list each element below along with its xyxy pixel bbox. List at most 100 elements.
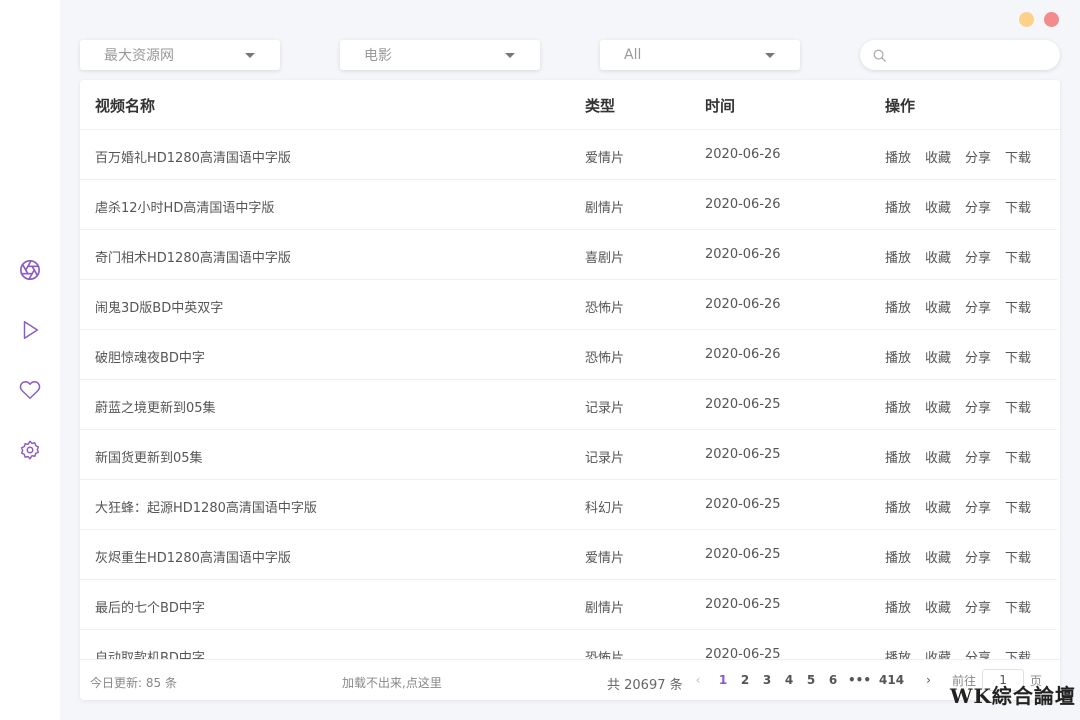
table-row[interactable]: 新国货更新到05集 记录片 2020-06-25 播放 收藏 分享 下载 (80, 430, 1057, 480)
download-button[interactable]: 下载 (1005, 197, 1031, 216)
table-row[interactable]: 自动取款机BD中字 恐怖片 2020-06-25 播放 收藏 分享 下载 (80, 630, 1057, 659)
minimize-button[interactable] (1019, 12, 1034, 27)
share-button[interactable]: 分享 (965, 647, 991, 659)
pagination: ‹ 1 2 3 4 5 6 ••• 414 › (692, 673, 931, 687)
table-row[interactable]: 最后的七个BD中字 剧情片 2020-06-25 播放 收藏 分享 下载 (80, 580, 1057, 630)
download-button[interactable]: 下载 (1005, 547, 1031, 566)
table-row[interactable]: 蔚蓝之境更新到05集 记录片 2020-06-25 播放 收藏 分享 下载 (80, 380, 1057, 430)
fav-button[interactable]: 收藏 (925, 247, 951, 266)
page-last[interactable]: 414 (879, 673, 904, 687)
fav-button[interactable]: 收藏 (925, 597, 951, 616)
next-page-icon[interactable]: › (926, 673, 931, 687)
download-button[interactable]: 下载 (1005, 297, 1031, 316)
category-select[interactable]: 电影 (340, 40, 540, 70)
fav-button[interactable]: 收藏 (925, 147, 951, 166)
page-6[interactable]: 6 (826, 673, 840, 687)
share-button[interactable]: 分享 (965, 247, 991, 266)
today-update-count: 今日更新: 85 条 (90, 676, 177, 690)
heart-icon[interactable] (18, 378, 42, 402)
table-row[interactable]: 闹鬼3D版BD中英双字 恐怖片 2020-06-26 播放 收藏 分享 下载 (80, 280, 1057, 330)
share-button[interactable]: 分享 (965, 547, 991, 566)
subcategory-select[interactable]: All (600, 40, 800, 70)
video-name[interactable]: 新国货更新到05集 (95, 447, 203, 466)
page-5[interactable]: 5 (804, 673, 818, 687)
play-button[interactable]: 播放 (885, 347, 911, 366)
page-3[interactable]: 3 (760, 673, 774, 687)
download-button[interactable]: 下载 (1005, 147, 1031, 166)
share-button[interactable]: 分享 (965, 197, 991, 216)
download-button[interactable]: 下载 (1005, 497, 1031, 516)
settings-icon[interactable] (18, 438, 42, 462)
table-row[interactable]: 百万婚礼HD1280高清国语中字版 爱情片 2020-06-26 播放 收藏 分享 下载 (80, 130, 1057, 180)
fav-button[interactable]: 收藏 (925, 197, 951, 216)
page-1[interactable]: 1 (716, 673, 730, 687)
play-button[interactable]: 播放 (885, 197, 911, 216)
download-button[interactable]: 下载 (1005, 447, 1031, 466)
download-button[interactable]: 下载 (1005, 347, 1031, 366)
fav-button[interactable]: 收藏 (925, 347, 951, 366)
video-name[interactable]: 大狂蜂：起源HD1280高清国语中字版 (95, 497, 317, 516)
share-button[interactable]: 分享 (965, 397, 991, 416)
play-button[interactable]: 播放 (885, 597, 911, 616)
play-button[interactable]: 播放 (885, 497, 911, 516)
share-button[interactable]: 分享 (965, 297, 991, 316)
share-button[interactable]: 分享 (965, 497, 991, 516)
video-table: 视频名称 类型 时间 操作 百万婚礼HD1280高清国语中字版 爱情片 2020-0… (80, 80, 1060, 700)
video-name[interactable]: 闹鬼3D版BD中英双字 (95, 297, 223, 316)
video-name[interactable]: 最后的七个BD中字 (95, 597, 205, 616)
share-button[interactable]: 分享 (965, 597, 991, 616)
download-button[interactable]: 下载 (1005, 397, 1031, 416)
video-name[interactable]: 蔚蓝之境更新到05集 (95, 397, 216, 416)
play-button[interactable]: 播放 (885, 297, 911, 316)
table-row[interactable]: 奇门相术HD1280高清国语中字版 喜剧片 2020-06-26 播放 收藏 分享 下载 (80, 230, 1057, 280)
video-date: 2020-06-26 (705, 347, 781, 362)
video-name[interactable]: 虐杀12小时HD高清国语中字版 (95, 197, 274, 216)
video-name[interactable]: 破胆惊魂夜BD中字 (95, 347, 205, 366)
download-button[interactable]: 下载 (1005, 647, 1031, 659)
play-button[interactable]: 播放 (885, 647, 911, 659)
share-button[interactable]: 分享 (965, 447, 991, 466)
load-hint-link[interactable]: 加载不出来,点这里 (342, 674, 442, 691)
fav-button[interactable]: 收藏 (925, 297, 951, 316)
play-button[interactable]: 播放 (885, 447, 911, 466)
video-name[interactable]: 奇门相术HD1280高清国语中字版 (95, 247, 291, 266)
row-actions: 播放 收藏 分享 下载 (885, 197, 1045, 216)
search-input[interactable] (895, 43, 1055, 67)
share-button[interactable]: 分享 (965, 347, 991, 366)
search-box[interactable] (860, 40, 1060, 70)
play-icon[interactable] (18, 318, 42, 342)
fav-button[interactable]: 收藏 (925, 397, 951, 416)
play-button[interactable]: 播放 (885, 147, 911, 166)
prev-page-icon[interactable]: ‹ (692, 673, 704, 687)
table-row[interactable]: 灰烬重生HD1280高清国语中字版 爱情片 2020-06-25 播放 收藏 分享 下载 (80, 530, 1057, 580)
video-date: 2020-06-25 (705, 547, 781, 562)
download-button[interactable]: 下载 (1005, 247, 1031, 266)
video-date: 2020-06-26 (705, 147, 781, 162)
video-name[interactable]: 灰烬重生HD1280高清国语中字版 (95, 547, 291, 566)
play-button[interactable]: 播放 (885, 247, 911, 266)
table-row[interactable]: 大狂蜂：起源HD1280高清国语中字版 科幻片 2020-06-25 播放 收藏 分享 下载 (80, 480, 1057, 530)
fav-button[interactable]: 收藏 (925, 547, 951, 566)
close-button[interactable] (1044, 12, 1059, 27)
video-name[interactable]: 百万婚礼HD1280高清国语中字版 (95, 147, 291, 166)
page-ellipsis[interactable]: ••• (848, 673, 871, 687)
aperture-icon[interactable] (18, 258, 42, 282)
fav-button[interactable]: 收藏 (925, 447, 951, 466)
page-2[interactable]: 2 (738, 673, 752, 687)
row-actions: 播放 收藏 分享 下载 (885, 297, 1045, 316)
play-button[interactable]: 播放 (885, 397, 911, 416)
table-header: 视频名称 类型 时间 操作 (80, 80, 1060, 130)
fav-button[interactable]: 收藏 (925, 647, 951, 659)
source-select[interactable]: 最大资源网 (80, 40, 280, 70)
sidebar (0, 0, 60, 720)
play-button[interactable]: 播放 (885, 547, 911, 566)
fav-button[interactable]: 收藏 (925, 497, 951, 516)
table-row[interactable]: 虐杀12小时HD高清国语中字版 剧情片 2020-06-26 播放 收藏 分享 下载 (80, 180, 1057, 230)
table-row[interactable]: 破胆惊魂夜BD中字 恐怖片 2020-06-26 播放 收藏 分享 下载 (80, 330, 1057, 380)
share-button[interactable]: 分享 (965, 147, 991, 166)
download-button[interactable]: 下载 (1005, 597, 1031, 616)
page-4[interactable]: 4 (782, 673, 796, 687)
header-type: 类型 (585, 97, 616, 115)
table-body[interactable]: 百万婚礼HD1280高清国语中字版 爱情片 2020-06-26 播放 收藏 分享 下载 虐杀… (80, 130, 1060, 659)
video-name[interactable]: 自动取款机BD中字 (95, 647, 205, 659)
